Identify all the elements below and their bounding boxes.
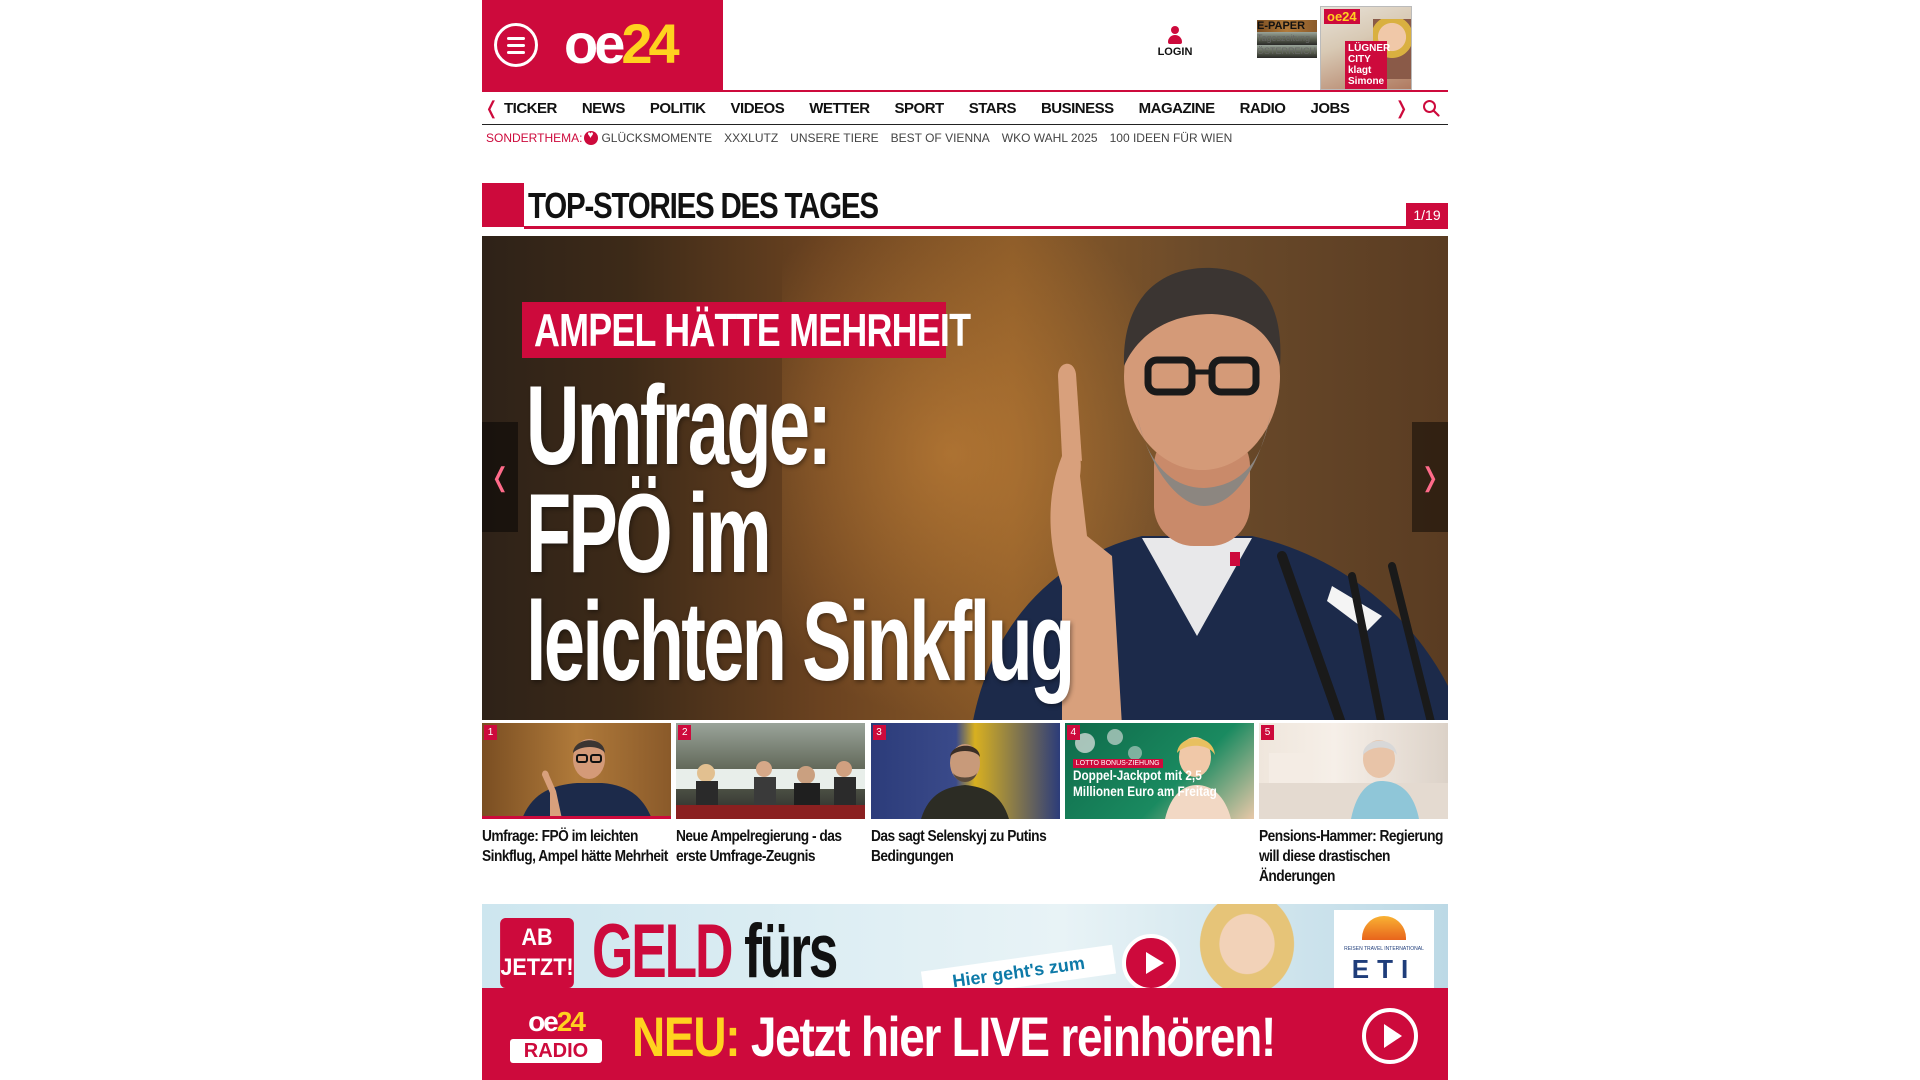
eti-sun-icon [1362,916,1406,940]
story-caption[interactable]: Pensions-Hammer: Regierung will diese dr… [1259,827,1448,887]
thumb-photo [523,739,651,816]
sub-nav-item-best-of-vienna[interactable]: BEST OF VIENNA [891,131,990,145]
nav-item-news[interactable]: NEWS [582,100,626,117]
nav-item-ticker[interactable]: TICKER [504,100,557,117]
radio-logo-24: 24 [556,1006,586,1037]
epaper-cover-image[interactable]: oe24 LÜGNER CITY klagt Simone [1320,6,1412,90]
epaper-cover-logo: oe24 [1324,9,1360,24]
site-header: oe24 LOGIN E-PAPER Tageszeitung ÖSTERREI… [482,0,1448,90]
story-caption[interactable]: Umfrage: FPÖ im leichten Sinkflug, Ampel… [482,827,671,867]
nav-item-business[interactable]: BUSINESS [1041,100,1114,117]
thumb-photo [1259,740,1448,819]
nav-item-videos[interactable]: VIDEOS [731,100,785,117]
epaper-subtitle-2: ÖSTERREICH [1257,45,1317,58]
nav-item-magazine[interactable]: MAGAZINE [1139,100,1216,117]
section-underline [524,226,1448,229]
sub-nav-item-unsere-tiere[interactable]: UNSERE TIERE [790,131,878,145]
radio-headline: NEU: Jetzt hier LIVE reinhören! [632,1004,1276,1069]
story-number: 4 [1066,725,1080,740]
story-number: 1 [484,725,497,740]
hero-headline-line-2: FPÖ im [526,471,772,596]
thumb-photo [920,744,1009,819]
slider-prev-icon[interactable]: ❬ [482,422,518,532]
search-icon[interactable] [1422,99,1440,117]
thumb-overlay-text[interactable]: Doppel-Jackpot mit 2,5 Millionen Euro am… [1073,767,1241,799]
radio-logo: oe24 RADIO [510,1008,602,1063]
epaper-link[interactable]: E-PAPER Tageszeitung ÖSTERREICH [1257,20,1317,58]
heart-icon [584,130,599,145]
hero-headline-line-3: leichten Sinkflug [526,579,1075,704]
story-number: 3 [872,725,886,740]
sub-nav-item-gluecksmomente[interactable]: GLÜCKSMOMENTE [601,131,712,145]
radio-headline-text: Jetzt hier LIVE reinhören! [750,1005,1276,1068]
story-thumb[interactable]: 5 Pensions-Hammer: Regierung will diese … [1259,723,1448,893]
logo-text-oe: oe [564,12,625,75]
section-title: TOP-STORIES DES TAGES [528,185,879,226]
story-caption[interactable]: Das sagt Selenskyj zu Putins Bedingungen [871,827,1060,867]
section-header: TOP-STORIES DES TAGES 1/19 [482,183,1448,229]
story-thumbnails: 1 Umfrage: FPÖ im leichten Sinkflug, Amp… [482,723,1448,893]
ad-badge: AB JETZT! [500,918,574,988]
main-nav: ❬ TICKER NEWS POLITIK VIDEOS WETTER SPOR… [482,90,1448,125]
radio-logo-label: RADIO [510,1039,602,1063]
story-thumb-image: 3 [870,723,1060,819]
nav-item-wetter[interactable]: WETTER [809,100,870,117]
slide-counter: 1/19 [1406,203,1448,227]
nav-item-stars[interactable]: STARS [969,100,1017,117]
section-accent-bar [482,183,524,227]
site-logo[interactable]: oe24 [564,12,680,75]
story-number: 2 [678,725,692,740]
story-thumb-image: 4 LOTTO BONUS-ZIEHUNG Doppel-Jackpot mit… [1064,723,1254,819]
nav-prev-icon[interactable]: ❬ [484,98,499,119]
epaper-subtitle: Tageszeitung [1257,32,1317,45]
ad-play-icon[interactable] [1122,934,1180,992]
story-thumb-image: 2 [676,723,866,819]
nav-item-politik[interactable]: POLITIK [650,100,706,117]
thumb-photo [676,761,866,819]
hero-kicker: AMPEL HÄTTE MEHRHEIT [522,302,971,358]
sub-nav-item-100-ideen[interactable]: 100 IDEEN FÜR WIEN [1110,131,1233,145]
user-icon [1167,26,1183,46]
login-label: LOGIN [1157,46,1193,58]
hero-kicker-text: AMPEL HÄTTE MEHRHEIT [534,304,971,356]
ad-headline: GELD fürs [592,908,838,995]
sub-nav-item-wko-wahl[interactable]: WKO WAHL 2025 [1002,131,1098,145]
nav-items: TICKER NEWS POLITIK VIDEOS WETTER SPORT … [504,92,1374,125]
ad-headline-red: GELD [592,909,733,994]
hero-slide[interactable]: AMPEL HÄTTE MEHRHEIT Umfrage: FPÖ im lei… [482,236,1448,720]
radio-neu-label: NEU: [632,1005,741,1068]
logo-text-24: 24 [621,12,679,75]
story-thumb[interactable]: 4 LOTTO BONUS-ZIEHUNG Doppel-Jackpot mit… [1064,723,1254,893]
nav-item-jobs[interactable]: JOBS [1310,100,1349,117]
page: oe24 LOGIN E-PAPER Tageszeitung ÖSTERREI… [482,0,1448,1080]
epaper-cover-headline: LÜGNER CITY klagt Simone [1345,41,1390,89]
logo-area: oe24 [482,0,723,90]
login-button[interactable]: LOGIN [1157,26,1193,58]
ad-headline-dark: fürs [744,909,838,994]
story-thumb[interactable]: 3 Das sagt Selenskyj zu Putins Bedingung… [870,723,1060,893]
sonderthema-label: SONDERTHEMA: [486,131,583,145]
story-caption[interactable]: Neue Ampelregierung - das erste Umfrage-… [676,827,865,867]
epaper-title: E-PAPER [1257,20,1317,32]
story-thumb-image: 5 [1259,723,1448,819]
hero-headline-line-1: Umfrage: [526,363,832,488]
slider-next-icon[interactable]: ❭ [1412,422,1448,532]
radio-logo-oe: oe [528,1006,559,1037]
sub-nav-item-xxxlutz[interactable]: XXXLUTZ [724,131,778,145]
nav-item-sport[interactable]: SPORT [895,100,945,117]
story-thumb-image: 1 [482,723,671,819]
story-thumb[interactable]: 2 Neue Ampelregierung - das erste Umfrag… [676,723,866,893]
nav-item-radio[interactable]: RADIO [1240,100,1286,117]
hero-headline[interactable]: Umfrage: FPÖ im leichten Sinkflug [526,363,1075,704]
menu-icon[interactable] [494,23,538,67]
radio-banner[interactable]: oe24 RADIO NEU: Jetzt hier LIVE reinhöre… [482,988,1448,1080]
eti-logo-text: ETI [1351,954,1417,984]
sub-nav: SONDERTHEMA: GLÜCKSMOMENTE XXXLUTZ UNSER… [486,129,1244,147]
play-icon[interactable] [1362,1008,1418,1064]
story-number: 5 [1261,725,1274,740]
story-thumb[interactable]: 1 Umfrage: FPÖ im leichten Sinkflug, Amp… [482,723,671,893]
advertisement-banner[interactable]: AB JETZT! GELD fürs Hier geht's zum REIS… [482,904,1448,1080]
nav-next-icon[interactable]: ❭ [1394,98,1409,119]
eti-logo-subtitle: REISEN TRAVEL INTERNATIONAL [1344,946,1424,952]
